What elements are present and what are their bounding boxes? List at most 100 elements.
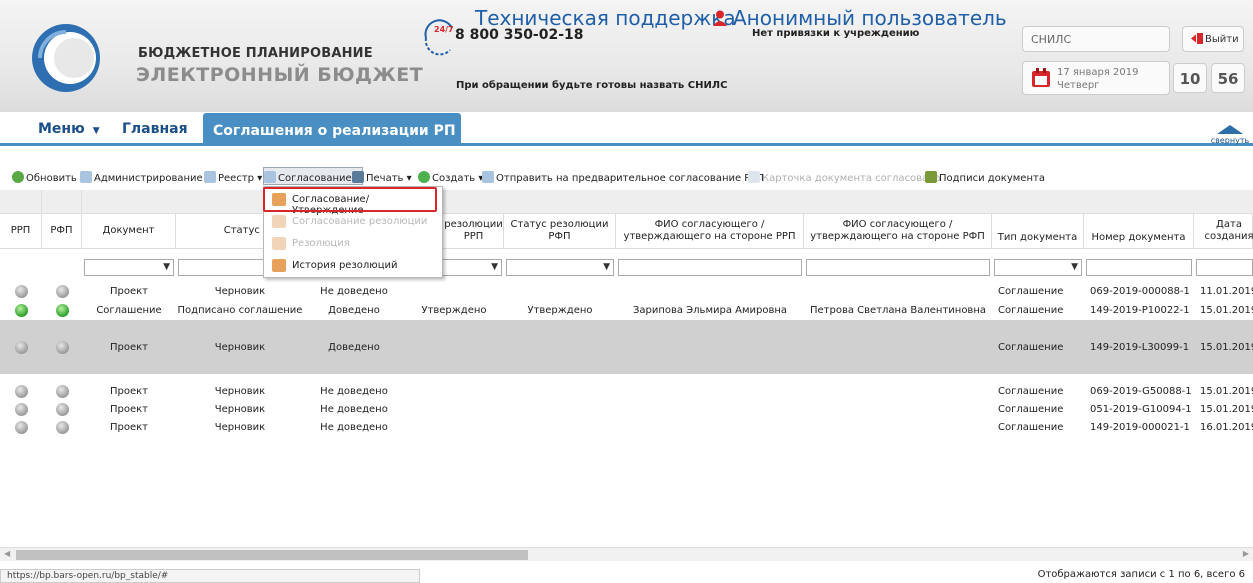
filter-doc-type-select[interactable]: ▼ (994, 259, 1082, 276)
menu-label: Меню (38, 121, 85, 137)
user-org: Нет привязки к учреждению (752, 28, 920, 39)
user-icon (713, 10, 727, 26)
table-icon (264, 171, 276, 183)
scroll-left-icon[interactable]: ◀ (4, 549, 10, 558)
horizontal-scrollbar[interactable]: ◀ ▶ (0, 547, 1253, 561)
cell-approver-rrp (616, 418, 804, 436)
col-header-doc-number[interactable]: Номер документа (1084, 214, 1194, 249)
close-tab-icon[interactable]: ✕ (462, 121, 475, 139)
col-header-document[interactable]: Документ (82, 214, 176, 249)
print-menu-button[interactable]: Печать ▾ (352, 168, 414, 186)
cell-resolution-rrp (404, 418, 504, 436)
filter-created-input[interactable] (1196, 259, 1253, 276)
table-icon (748, 171, 760, 183)
user-name-link[interactable]: Анонимный пользователь (713, 6, 1007, 30)
cell-approver-rrp (616, 382, 804, 400)
cell-resolution-rrp (404, 400, 504, 418)
approval-label: Согласование (278, 173, 352, 184)
col-header-created[interactable]: Дата создания (1194, 214, 1253, 249)
document-icon (272, 237, 286, 250)
col-header-doc-type[interactable]: Тип документа (992, 214, 1084, 249)
col-header-rfp[interactable]: РФП (42, 214, 82, 249)
cell-communication: Не доведено (320, 285, 388, 297)
status-url: https://bp.bars-open.ru/bp_stable/# (0, 569, 420, 583)
cell-communication: Не доведено (320, 403, 388, 415)
support-phone: 8 800 350-02-18 (455, 27, 584, 43)
filter-approver-rrp-input[interactable] (618, 259, 802, 276)
menu-item-resolution[interactable]: Резолюция (266, 234, 440, 254)
refresh-button[interactable]: Обновить (12, 168, 79, 186)
admin-label: Администрирование (94, 173, 203, 184)
filter-doc-number-input[interactable] (1086, 259, 1192, 276)
cell-approver-rfp: Петрова Светлана Валентиновна (810, 304, 986, 316)
cell-approver-rrp (616, 320, 804, 374)
tab-agreements-label: Соглашения о реализации РП (213, 123, 456, 139)
menu-item-resolution-history[interactable]: История резолюций (266, 256, 440, 276)
approval-menu-button[interactable]: Согласование ▾ (263, 167, 363, 185)
grid-group-header (0, 190, 1253, 214)
home-link[interactable]: Главная (122, 121, 188, 137)
filter-approver-rfp-input[interactable] (806, 259, 990, 276)
table-icon (482, 171, 494, 183)
menu-item-resolution-approval[interactable]: Согласование резолюции (266, 212, 440, 232)
create-menu-button[interactable]: Создать ▾ (418, 168, 485, 186)
cell-communication: Не доведено (320, 421, 388, 433)
cell-status: Черновик (214, 403, 266, 415)
tab-agreements[interactable]: Соглашения о реализации РП ✕ (203, 113, 474, 146)
col-header-approver-rrp[interactable]: ФИО согласующего / утверждающего на стор… (616, 214, 804, 249)
status-indicator-rfp (55, 420, 69, 434)
scrollbar-thumb[interactable] (16, 550, 528, 560)
chevron-down-icon: ▼ (92, 126, 100, 136)
table-row[interactable]: Проект Черновик Не доведено Соглашение 0… (0, 382, 1253, 400)
send-pre-label: Отправить на предварительное согласовани… (496, 173, 764, 184)
col-header-resolution-status-rfp[interactable]: Статус резолюции РФП (504, 214, 616, 249)
menu-button[interactable]: Меню ▼ (38, 121, 100, 137)
card-approved-button[interactable]: Карточка документа согласована (748, 168, 943, 186)
cell-doc-type: Соглашение (998, 341, 1064, 353)
cell-approver-rfp (804, 400, 992, 418)
send-pre-approval-button[interactable]: Отправить на предварительное согласовани… (482, 168, 766, 186)
table-row-selected[interactable]: Проект Черновик Доведено Соглашение 149-… (0, 320, 1253, 374)
signature-icon (925, 171, 937, 183)
document-signatures-button[interactable]: Подписи документа (925, 168, 1047, 186)
chevron-down-icon: ▼ (163, 262, 170, 272)
status-indicator-rfp (55, 284, 69, 298)
chevron-down-icon: ▼ (491, 262, 498, 272)
cell-created: 15.01.2019 (1200, 304, 1253, 316)
status-indicator-rfp (55, 384, 69, 398)
records-info: Отображаются записи с 1 по 6, всего 6 (1037, 569, 1245, 580)
scroll-right-icon[interactable]: ▶ (1243, 549, 1249, 558)
cell-status: Черновик (214, 421, 266, 433)
filter-resolution-rfp-select[interactable]: ▼ (506, 259, 614, 276)
cell-status: Черновик (214, 341, 266, 353)
logout-button[interactable]: Выйти (1182, 26, 1244, 52)
registry-menu-button[interactable]: Реестр ▾ (204, 168, 264, 186)
printer-icon (352, 171, 364, 183)
cell-doc-number: 069-2019-000088-1 (1090, 285, 1190, 297)
admin-menu-button[interactable]: Администрирование ▾ (80, 168, 213, 186)
cell-resolution-rrp (404, 382, 504, 400)
refresh-label: Обновить (26, 173, 77, 184)
toolbar: Обновить Администрирование ▾ Реестр ▾ Со… (0, 165, 1253, 187)
col-header-rrp[interactable]: РРП (0, 214, 42, 249)
status-indicator-rfp (55, 402, 69, 416)
cell-approver-rrp: Зарипова Эльмира Амировна (632, 304, 788, 316)
cell-resolution-rfp (504, 282, 616, 300)
col-header-approver-rfp[interactable]: ФИО согласующего / утверждающего на стор… (804, 214, 992, 249)
collapse-header-button[interactable]: свернуть (1210, 125, 1250, 145)
table-row[interactable]: Проект Черновик Не доведено Соглашение 1… (0, 418, 1253, 436)
filter-document-select[interactable]: ▼ (84, 259, 174, 276)
cell-communication: Доведено (328, 341, 380, 353)
table-row[interactable]: Соглашение Подписано соглашение Доведено… (0, 300, 1253, 320)
cell-doc-type: Соглашение (998, 304, 1064, 316)
collapse-label: свернуть (1210, 136, 1250, 145)
table-row[interactable]: Проект Черновик Не доведено Соглашение 0… (0, 282, 1253, 300)
table-row[interactable]: Проект Черновик Не доведено Соглашение 0… (0, 400, 1253, 418)
cell-resolution-rfp (504, 418, 616, 436)
weekday-text: Четверг (1057, 80, 1100, 91)
snils-input[interactable]: СНИЛС (1022, 26, 1170, 52)
cell-doc-type: Соглашение (998, 421, 1064, 433)
support-badge: 24/7 (434, 25, 454, 34)
electronic-budget-logo (32, 24, 100, 92)
calendar-icon (1032, 68, 1050, 87)
